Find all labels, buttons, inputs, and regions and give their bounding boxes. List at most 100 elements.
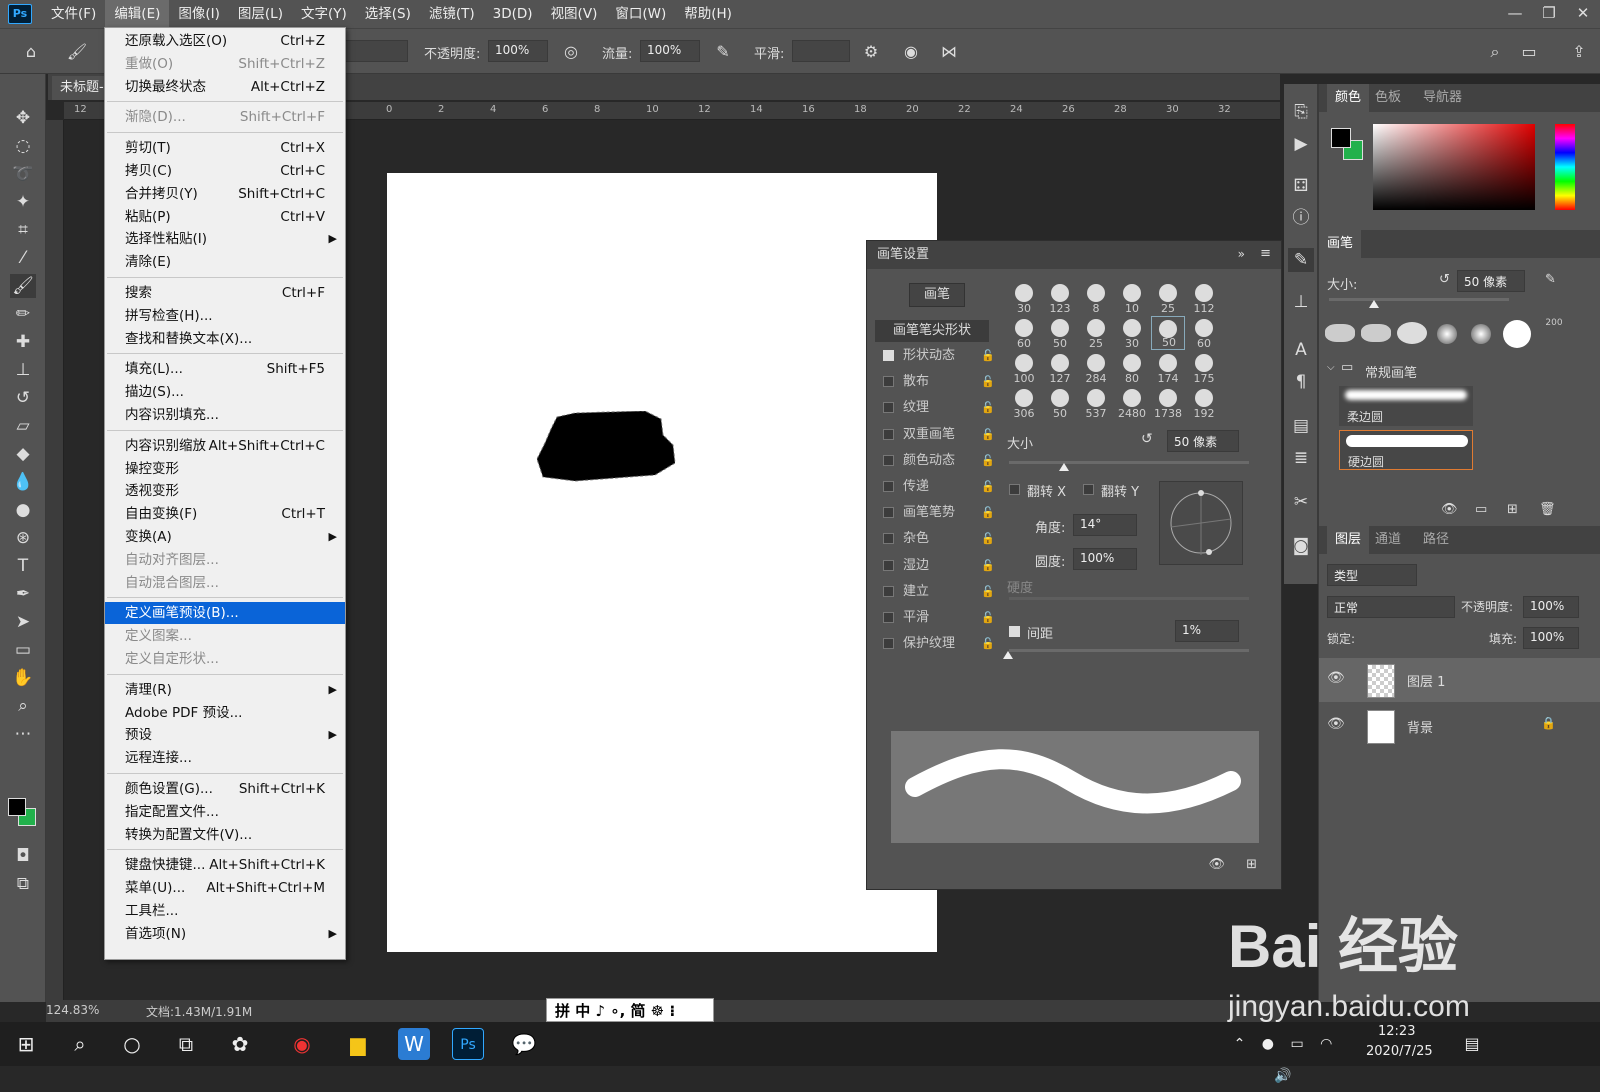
opacity-input[interactable]: 100% [488,40,548,62]
brush-tip[interactable]: 284 [1079,351,1113,385]
size-input[interactable]: 50 像素 [1167,430,1239,452]
system-tray-icons[interactable]: ⌃ ● ▭ ◠ 🔊 [1226,1028,1346,1084]
menu-4[interactable]: 文字(Y) [292,0,356,28]
visibility-eye-icon[interactable]: 👁 [1327,716,1345,732]
lock-icon[interactable]: 🔓 [981,345,995,367]
menu-10[interactable]: 帮助(H) [675,0,741,28]
brush-tip[interactable]: 30 [1007,281,1041,315]
gear-icon[interactable]: ⚙ [860,41,882,63]
brush-tip[interactable]: 192 [1187,386,1221,420]
task-view-icon[interactable]: ⧉ [170,1028,202,1060]
pencil-icon[interactable]: ✏ [10,302,36,326]
edit-menu-item[interactable]: 颜色设置(G)... Shift+Ctrl+K [105,778,345,800]
menu-3[interactable]: 图层(L) [229,0,292,28]
option-checkbox[interactable] [883,507,894,519]
history-brush-icon[interactable]: ↺ [10,386,36,410]
airbrush-icon[interactable]: ✎ [712,41,734,63]
layer-opacity-input[interactable]: 100% [1523,596,1579,618]
brush-settings-icon[interactable]: ✎ [1288,248,1314,272]
pressure-opacity-icon[interactable]: ◎ [560,41,582,63]
cortana-icon[interactable]: ○ [116,1028,148,1060]
move-tool-icon[interactable]: ✥ [10,106,36,130]
new-brush-preset-icon[interactable]: ✎ [1545,272,1556,287]
layer-row-background[interactable]: 👁 背景 🔒 [1319,704,1600,748]
chrome-icon[interactable]: ◉ [286,1028,318,1060]
edit-menu-item[interactable]: 首选项(N) ▶ [105,923,345,945]
marquee-tool-icon[interactable]: ◌ [10,134,36,158]
pen-tool-icon[interactable]: ✒ [10,582,36,606]
brush-tip[interactable]: 25 [1079,316,1113,350]
menu-9[interactable]: 窗口(W) [606,0,675,28]
symmetry-icon[interactable]: ⋈ [938,41,960,63]
lock-icon[interactable]: 🔓 [981,607,995,629]
brush-tip[interactable]: 1738 [1151,386,1185,420]
expand-group-icon[interactable]: ⌵ [1327,362,1335,373]
option-checkbox[interactable] [883,376,894,388]
eraser-icon[interactable]: ▱ [10,414,36,438]
quick-mask-icon[interactable]: ◘ [10,844,36,868]
search-icon[interactable]: ⌕ [64,1028,96,1060]
edit-menu-item[interactable]: 剪切(T) Ctrl+X [105,137,345,159]
restore-button[interactable]: ❐ [1532,0,1566,26]
character-icon[interactable]: A [1288,338,1314,362]
option-checkbox[interactable] [883,428,894,440]
option-checkbox[interactable] [883,638,894,650]
edit-menu-item[interactable]: 拼写检查(H)... [105,305,345,327]
brush-item-soft-round[interactable]: 柔边圆 [1339,386,1473,426]
toggle-preview-icon[interactable]: 👁 [1208,857,1225,872]
lock-icon[interactable]: 🔓 [981,397,995,419]
brush-option-item[interactable]: 画笔笔势 🔓 [883,502,995,524]
brush-item-hard-round[interactable]: 硬边圆 [1339,430,1473,470]
brushes-size-knob[interactable] [1369,300,1379,308]
edit-menu-item[interactable]: 转换为配置文件(V)... [105,824,345,846]
edit-menu-item[interactable]: 菜单(U)... Alt+Shift+Ctrl+M [105,877,345,899]
edit-menu-item[interactable]: Adobe PDF 预设... [105,702,345,724]
workspace-icon[interactable]: ▭ [1518,41,1540,63]
blend-mode-select[interactable]: 正常 [1327,596,1455,618]
edit-menu-item[interactable]: 搜索 Ctrl+F [105,282,345,304]
option-checkbox[interactable] [883,533,894,545]
brush-option-item[interactable]: 颜色动态 🔓 [883,450,995,472]
home-icon[interactable]: ⌂ [20,41,42,63]
spacing-slider[interactable] [1009,649,1249,652]
edit-menu-item[interactable]: 自由变换(F) Ctrl+T [105,503,345,525]
magic-wand-icon[interactable]: ✦ [10,190,36,214]
color-fg-swatch[interactable] [1331,128,1351,148]
lock-icon[interactable]: 🔓 [981,555,995,577]
edit-menu-item[interactable]: 填充(L)... Shift+F5 [105,358,345,380]
brushes-new-icon[interactable]: ⊞ [1507,502,1518,517]
type-tool-icon[interactable]: T [10,554,36,578]
brush-tip[interactable]: 100 [1007,351,1041,385]
edit-menu-item[interactable]: 切换最终状态 Alt+Ctrl+Z [105,76,345,98]
size-slider[interactable] [1009,461,1249,464]
minimize-button[interactable]: — [1498,0,1532,26]
brush-tip[interactable]: 175 [1187,351,1221,385]
start-icon[interactable]: ⊞ [10,1028,42,1060]
option-checkbox[interactable] [883,402,894,414]
brushes-reset-icon[interactable]: ↺ [1439,272,1450,287]
brush-group-name[interactable]: 常规画笔 [1365,362,1417,381]
healing-icon[interactable]: ✚ [10,330,36,354]
lock-icon[interactable]: 🔓 [981,581,995,603]
screen-mode-icon[interactable]: ⧉ [10,872,36,896]
brush-tip[interactable]: 306 [1007,386,1041,420]
menu-1[interactable]: 编辑(E) [105,0,170,28]
brush-tip[interactable]: 25 [1151,281,1185,315]
foreground-color-swatch[interactable] [8,798,26,816]
zoom-tool-icon[interactable]: ⌕ [10,694,36,718]
clone-stamp-icon[interactable]: ⊥ [10,358,36,382]
brushes-size-input[interactable]: 50 像素 [1457,270,1525,292]
hand-tool-icon[interactable]: ✋ [10,666,36,690]
menu-5[interactable]: 选择(S) [356,0,420,28]
zoom-level[interactable]: 124.83% [46,1003,99,1017]
option-checkbox[interactable] [883,481,894,492]
ime-toolbar[interactable]: 拼 中 ♪ ∘, 简 ☸ ⁝ [546,998,714,1022]
clock-time[interactable]: 12:23 [1378,1024,1415,1039]
brushes-delete-icon[interactable]: 🗑 [1539,502,1556,517]
panel-tab[interactable]: 导航器 [1423,84,1462,112]
new-brush-icon[interactable]: ⊞ [1246,857,1257,872]
mode-select[interactable] [344,40,408,62]
tool-presets-icon[interactable]: ✂ [1288,490,1314,514]
angle-roundness-widget[interactable] [1159,481,1243,565]
wechat-icon[interactable]: 💬 [508,1028,540,1060]
